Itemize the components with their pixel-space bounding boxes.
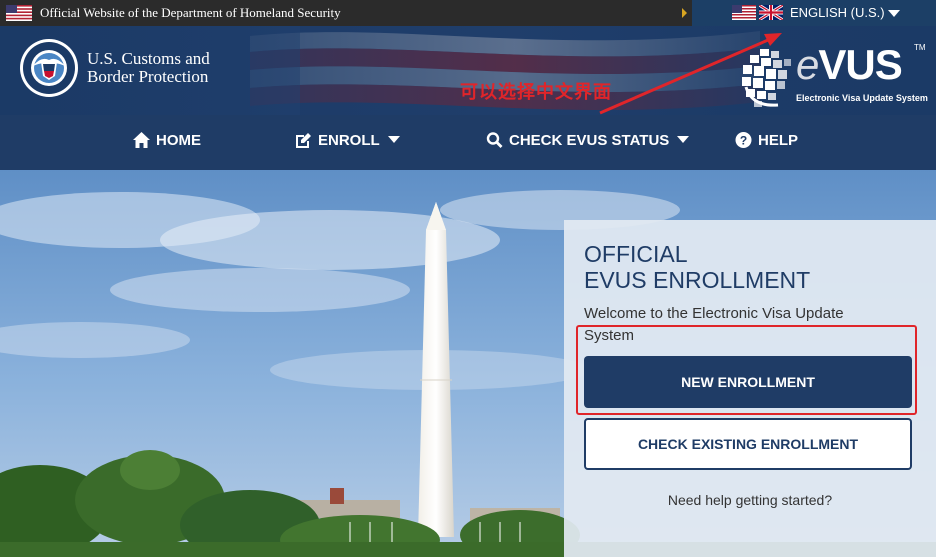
search-icon bbox=[486, 132, 503, 148]
caret-right-icon bbox=[682, 8, 687, 18]
evus-wordmark: eVUS bbox=[796, 41, 903, 89]
chevron-down-icon bbox=[677, 136, 690, 143]
us-flag-icon bbox=[732, 5, 756, 20]
check-existing-enrollment-button[interactable]: CHECK EXISTING ENROLLMENT bbox=[584, 418, 912, 470]
uk-flag-icon bbox=[759, 5, 783, 20]
home-icon bbox=[133, 132, 150, 148]
main-nav: HOME ENROLL CHECK EVUS STATUS ? HELP bbox=[0, 115, 936, 170]
language-label: ENGLISH (U.S.) bbox=[790, 5, 885, 20]
svg-text:?: ? bbox=[740, 134, 747, 148]
chevron-down-icon bbox=[888, 10, 900, 17]
nav-enroll-label: ENROLL bbox=[318, 132, 380, 149]
nav-home[interactable]: HOME bbox=[133, 132, 201, 149]
nav-home-label: HOME bbox=[156, 132, 201, 149]
edit-icon bbox=[296, 133, 311, 148]
welcome-text: Welcome to the Electronic Visa Update Sy… bbox=[584, 305, 844, 344]
dhs-seal-logo bbox=[20, 39, 78, 97]
panel-title: OFFICIAL EVUS ENROLLMENT bbox=[584, 241, 810, 293]
panel-title-line2: EVUS ENROLLMENT bbox=[584, 267, 811, 293]
evus-wordmark-rest: VUS bbox=[818, 41, 902, 88]
help-icon: ? bbox=[735, 132, 752, 148]
help-getting-started-link[interactable]: Need help getting started? bbox=[564, 492, 936, 508]
chevron-down-icon bbox=[387, 136, 400, 143]
gov-banner-text: Official Website of the Department of Ho… bbox=[40, 5, 341, 20]
globe-grid-icon bbox=[742, 49, 791, 107]
nav-enroll[interactable]: ENROLL bbox=[295, 132, 400, 149]
evus-logo[interactable]: eVUS TM Electronic Visa Update System bbox=[738, 41, 928, 111]
nav-check-status[interactable]: CHECK EVUS STATUS bbox=[486, 132, 690, 149]
nav-help[interactable]: ? HELP bbox=[735, 132, 798, 149]
us-flag-icon bbox=[6, 5, 32, 21]
language-selector[interactable]: ENGLISH (U.S.) bbox=[692, 0, 936, 26]
nav-check-status-label: CHECK EVUS STATUS bbox=[509, 132, 670, 149]
agency-name: U.S. Customs and Border Protection bbox=[87, 50, 210, 86]
evus-subtitle: Electronic Visa Update System bbox=[796, 93, 928, 103]
panel-title-line1: OFFICIAL bbox=[584, 241, 688, 267]
annotation-text: 可以选择中文界面 bbox=[460, 82, 612, 102]
site-header: U.S. Customs and Border Protection 可以选择中… bbox=[0, 26, 936, 115]
evus-wordmark-e: e bbox=[796, 41, 819, 88]
nav-help-label: HELP bbox=[758, 132, 799, 149]
gov-banner: Official Website of the Department of Ho… bbox=[0, 0, 936, 26]
new-enrollment-button[interactable]: NEW ENROLLMENT bbox=[584, 356, 912, 408]
trademark-mark: TM bbox=[914, 43, 926, 52]
enrollment-panel: OFFICIAL EVUS ENROLLMENT Welcome to the … bbox=[564, 220, 936, 557]
agency-name-line2: Border Protection bbox=[87, 67, 209, 86]
agency-name-line1: U.S. Customs and bbox=[87, 49, 210, 68]
